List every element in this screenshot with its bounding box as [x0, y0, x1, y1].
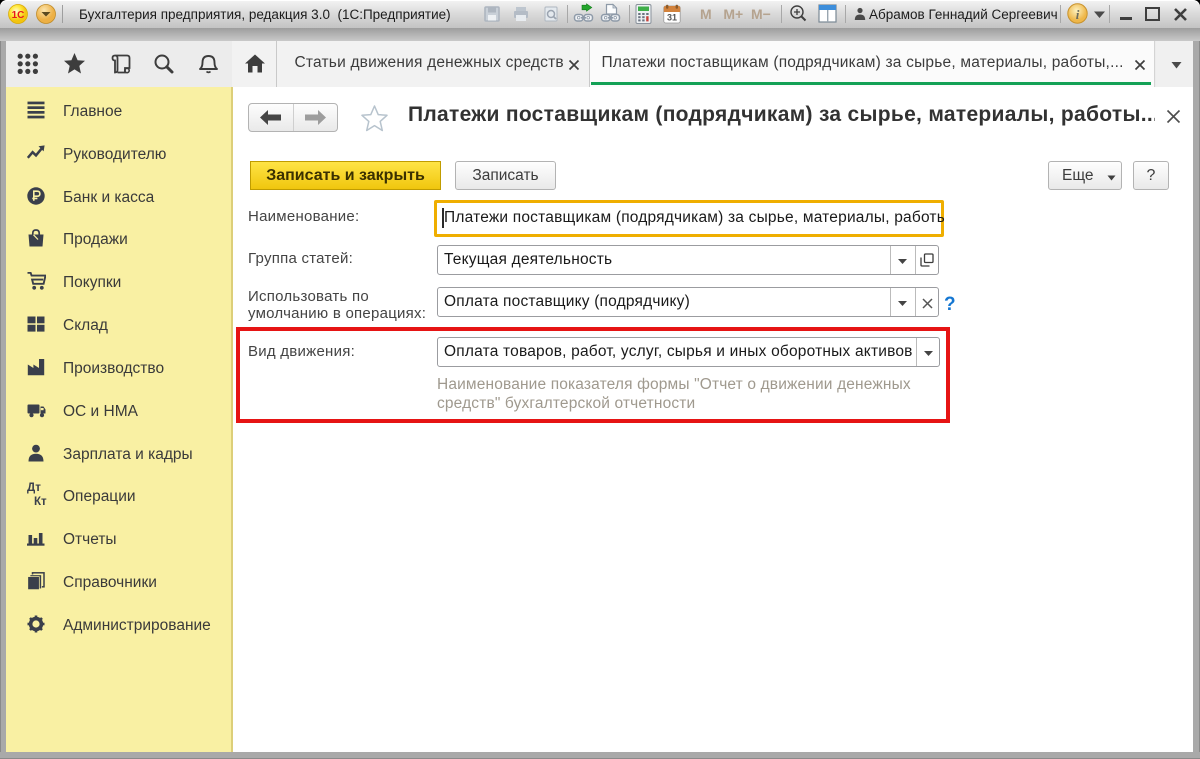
svg-text:1С: 1С: [12, 10, 25, 21]
svg-text:i: i: [1076, 7, 1080, 22]
svg-text:31: 31: [667, 13, 677, 23]
